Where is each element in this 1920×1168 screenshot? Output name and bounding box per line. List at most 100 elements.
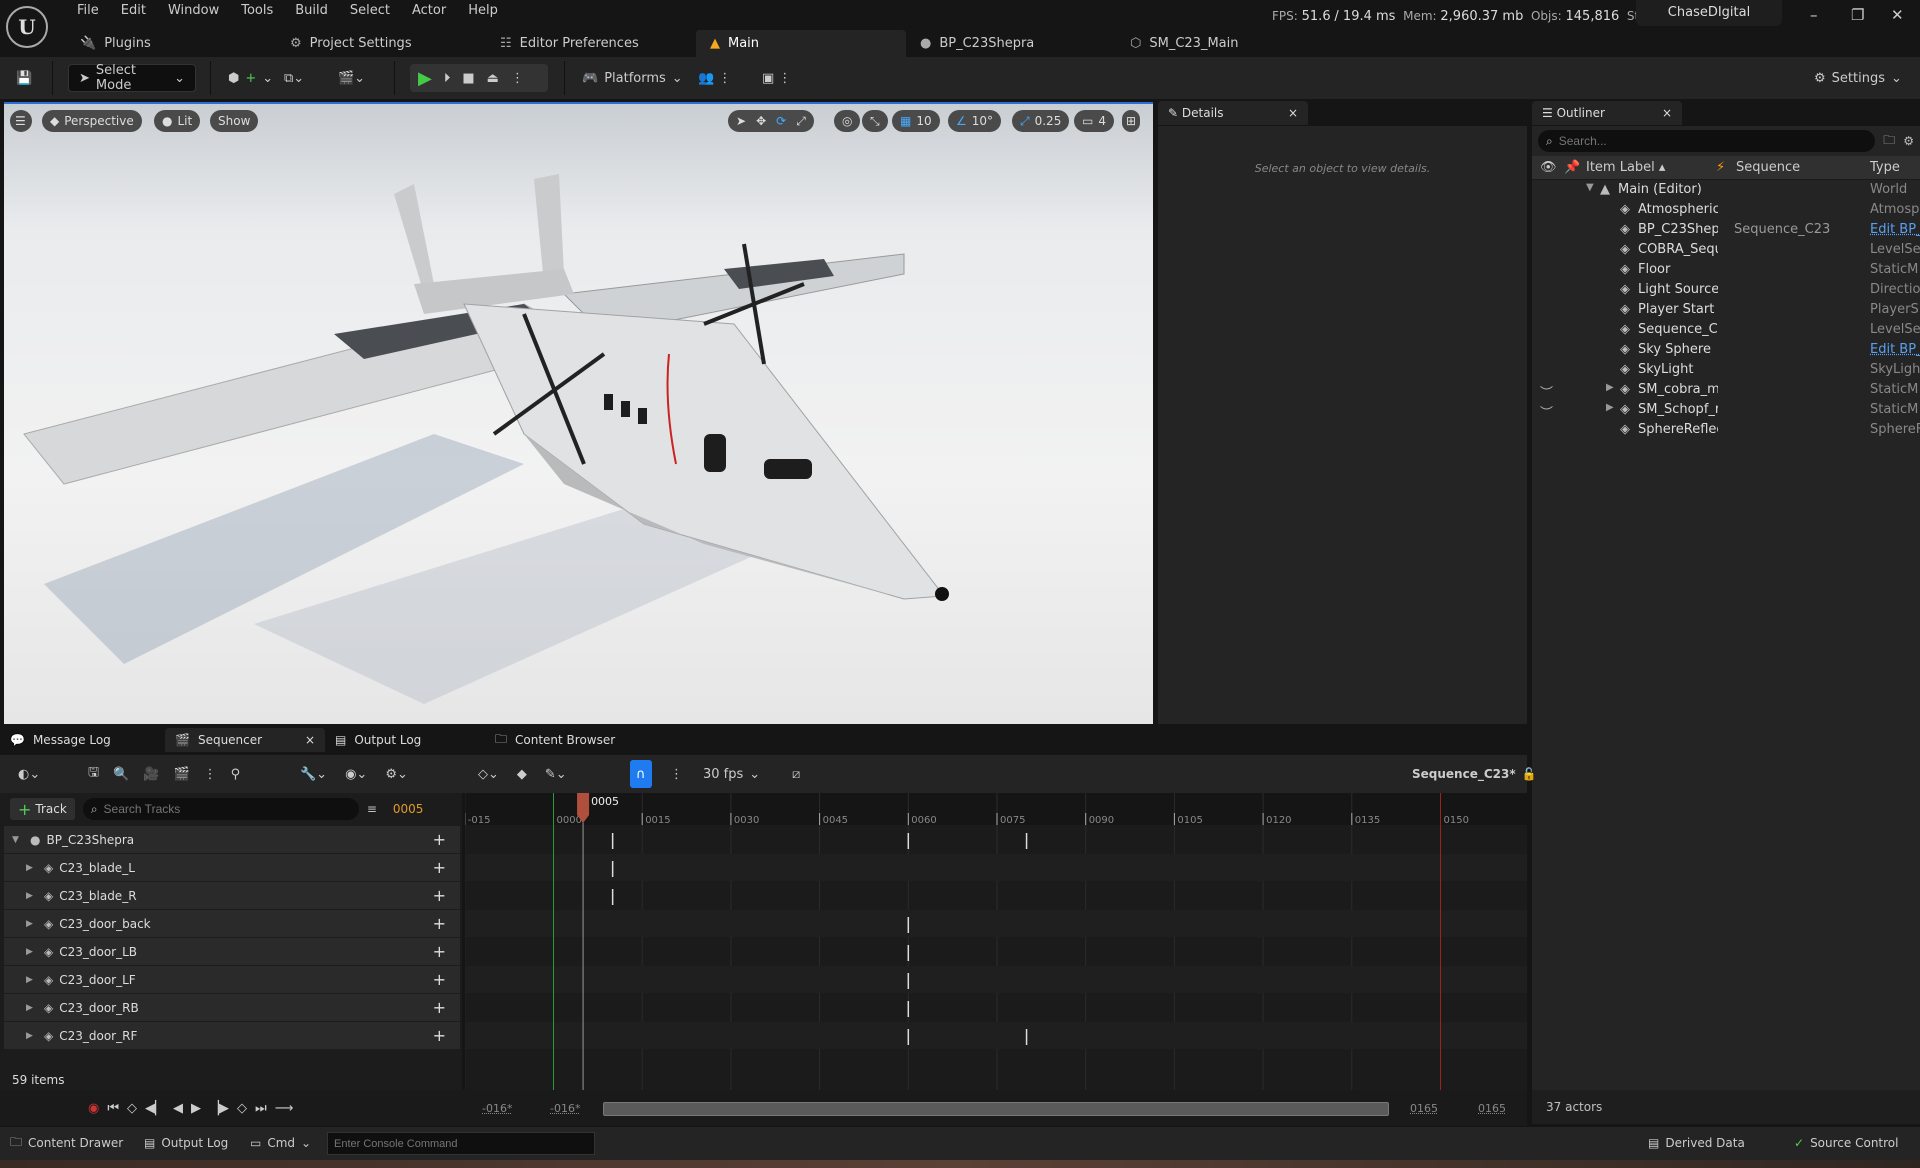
- gear-icon[interactable]: ⚙: [1903, 134, 1914, 148]
- jump-end-icon[interactable]: ⏭: [255, 1101, 267, 1116]
- collapse-arrow-icon[interactable]: ▶: [26, 1031, 38, 1041]
- outliner-row[interactable]: ▼ ▲ Main (Editor) World: [1532, 182, 1920, 202]
- add-key-button[interactable]: +: [433, 858, 446, 877]
- column-type[interactable]: Type: [1870, 160, 1900, 175]
- tab-details[interactable]: ✎ Details ×: [1158, 101, 1308, 125]
- camera-icon[interactable]: 🎥: [143, 767, 159, 782]
- track-row[interactable]: ▼ ● BP_C23Shepra +: [4, 826, 460, 853]
- level-viewport[interactable]: ☰ ◆ Perspective ● Lit Show ➤ ✥ ⟳ ⤢ ◎ ⤡ ▦ 10 ∠ 1…: [4, 102, 1153, 724]
- save-sequence-icon[interactable]: 🖫: [88, 763, 99, 785]
- expand-arrow-icon[interactable]: ▼: [12, 835, 24, 845]
- outliner-row[interactable]: ◈ SphereReflec SphereF: [1532, 422, 1920, 442]
- edit-blueprint-link[interactable]: Edit BP_: [1870, 342, 1920, 357]
- source-control-button[interactable]: ✓ Source Control: [1794, 1129, 1898, 1157]
- maximize-viewport-icon[interactable]: ⊞: [1122, 110, 1141, 132]
- visibility-column-icon[interactable]: 👁: [1540, 160, 1557, 175]
- collapse-arrow-icon[interactable]: ▶: [26, 919, 38, 929]
- add-key-button[interactable]: +: [433, 942, 446, 961]
- close-icon[interactable]: ×: [305, 733, 315, 747]
- collapse-arrow-icon[interactable]: ▶: [26, 863, 38, 873]
- lit-button[interactable]: ● Lit: [154, 110, 201, 132]
- close-icon[interactable]: ×: [1288, 106, 1298, 120]
- advance-frame-icon[interactable]: ⏵: [444, 71, 451, 86]
- add-track-button[interactable]: + Track: [10, 798, 75, 820]
- console-input[interactable]: [327, 1132, 595, 1155]
- tab-content-browser[interactable]: 🗀 Content Browser: [485, 728, 685, 752]
- prev-key-icon[interactable]: ◇: [127, 1101, 137, 1116]
- more-icon[interactable]: ⋮: [670, 760, 683, 788]
- fps-dropdown[interactable]: 30 fps ⌄: [703, 760, 760, 788]
- search-tracks[interactable]: ⌕: [82, 798, 359, 820]
- select-mode-dropdown[interactable]: ➤ Select Mode ⌄: [68, 63, 196, 93]
- unreal-logo[interactable]: U: [6, 6, 48, 48]
- timeline[interactable]: -015 0000 0015 0030 0045 0060 0075 0090 0105 0120…: [465, 793, 1527, 1090]
- add-folder-icon[interactable]: 🗀: [1883, 131, 1895, 152]
- track-row[interactable]: ▶ ◈ C23_blade_L +: [4, 854, 460, 881]
- loop-icon[interactable]: ⟶: [275, 1101, 294, 1116]
- outliner-row[interactable]: ◈ Light Source Directio: [1532, 282, 1920, 302]
- menu-actor[interactable]: Actor: [401, 3, 457, 18]
- playback-settings-dropdown[interactable]: ⚙⌄: [385, 767, 408, 782]
- world-local-icon[interactable]: ◎: [834, 110, 861, 132]
- outliner-row[interactable]: ◈ SkyLight SkyLigh: [1532, 362, 1920, 382]
- track-row[interactable]: ▶ ◈ C23_door_back +: [4, 910, 460, 937]
- outliner-search[interactable]: ⌕: [1538, 130, 1876, 152]
- clapper-icon[interactable]: 🎬: [173, 767, 189, 782]
- minimize-icon[interactable]: –: [1810, 6, 1818, 24]
- add-key-button[interactable]: +: [433, 998, 446, 1017]
- menu-file[interactable]: File: [66, 3, 110, 18]
- filter-icon[interactable]: ≡: [367, 802, 377, 816]
- save-icon[interactable]: 💾: [16, 64, 32, 92]
- work-start[interactable]: -016*: [550, 1102, 580, 1115]
- auto-key-icon[interactable]: ◆: [517, 767, 527, 782]
- play-icon[interactable]: ▶: [191, 1101, 201, 1116]
- camera-speed-button[interactable]: ▭ 4: [1074, 110, 1114, 132]
- perspective-button[interactable]: ◆ Perspective: [42, 110, 142, 132]
- pin-column-icon[interactable]: 📌: [1564, 160, 1580, 175]
- outliner-row[interactable]: ︶ ▶ ◈ SM_cobra_m StaticM: [1532, 382, 1920, 402]
- outliner-row[interactable]: ◈ Sequence_C2 LevelSe: [1532, 322, 1920, 342]
- work-end[interactable]: 0165: [1410, 1102, 1438, 1115]
- step-back-icon[interactable]: ◀▏: [145, 1101, 165, 1116]
- column-item-label[interactable]: Item Label ▴: [1586, 160, 1665, 175]
- cmd-dropdown[interactable]: ▭ Cmd ⌄: [250, 1129, 311, 1157]
- outliner-row[interactable]: ◈ COBRA_Sequ LevelSe: [1532, 242, 1920, 262]
- move-tool-icon[interactable]: ✥: [756, 114, 766, 128]
- user-name[interactable]: ChaseDIgital: [1636, 0, 1782, 26]
- hierarchy-icon[interactable]: ⚲: [231, 767, 241, 782]
- stop-icon[interactable]: ■: [462, 71, 474, 86]
- curve-editor-icon[interactable]: ⧄: [792, 760, 800, 788]
- edit-dropdown[interactable]: ✎⌄: [545, 767, 567, 782]
- restore-icon[interactable]: ❐: [1851, 6, 1864, 24]
- collapse-arrow-icon[interactable]: ▶: [26, 975, 38, 985]
- platforms-dropdown[interactable]: 🎮 Platforms ⌄: [582, 64, 683, 92]
- cinematics-button[interactable]: 🎬⌄: [338, 64, 365, 92]
- wrench-dropdown[interactable]: 🔧⌄: [300, 767, 327, 782]
- more-icon[interactable]: ⋮: [511, 71, 524, 86]
- source-icon[interactable]: ▣ ⋮: [762, 64, 791, 92]
- record-icon[interactable]: ◉: [88, 1101, 99, 1116]
- find-asset-icon[interactable]: 🔍: [113, 767, 129, 782]
- grid-snap-button[interactable]: ▦ 10: [892, 110, 940, 132]
- select-tool-icon[interactable]: ➤: [736, 114, 746, 128]
- eye-closed-icon[interactable]: ︶: [1540, 382, 1553, 401]
- view-start[interactable]: -016*: [482, 1102, 512, 1115]
- scale-tool-icon[interactable]: ⤢: [796, 114, 806, 129]
- derived-data-button[interactable]: ▤ Derived Data: [1648, 1129, 1745, 1157]
- tab-message-log[interactable]: 💬 Message Log: [0, 728, 165, 752]
- tab-project-settings[interactable]: ⚙ Project Settings: [276, 30, 486, 57]
- blueprint-button[interactable]: ⧉⌄: [284, 64, 304, 92]
- collapse-arrow-icon[interactable]: ▶: [1606, 402, 1614, 413]
- menu-tools[interactable]: Tools: [230, 3, 284, 18]
- rotate-tool-icon[interactable]: ⟳: [776, 114, 786, 128]
- surface-snap-icon[interactable]: ⤡: [862, 110, 888, 132]
- content-drawer-button[interactable]: 🗀 Content Drawer: [10, 1129, 123, 1157]
- next-key-icon[interactable]: ◇: [237, 1101, 247, 1116]
- tab-editor-preferences[interactable]: ☷ Editor Preferences: [486, 30, 696, 57]
- play-reverse-icon[interactable]: ◀: [173, 1101, 183, 1116]
- step-forward-icon[interactable]: ▕▶: [209, 1101, 229, 1116]
- settings-dropdown[interactable]: ⚙ Settings ⌄: [1814, 64, 1902, 92]
- add-key-button[interactable]: +: [433, 970, 446, 989]
- track-row[interactable]: ▶ ◈ C23_door_RF +: [4, 1022, 460, 1049]
- menu-build[interactable]: Build: [284, 3, 339, 18]
